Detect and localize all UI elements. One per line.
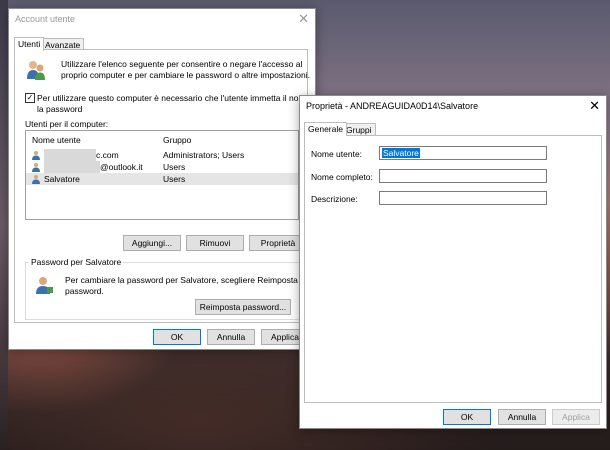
table-row[interactable]: c.com Administrators; Users bbox=[26, 149, 298, 161]
fullname-label: Nome completo: bbox=[311, 172, 373, 182]
group-cell: Administrators; Users bbox=[163, 150, 245, 160]
window-title: Account utente bbox=[15, 14, 76, 24]
password-text-line2: password. bbox=[65, 286, 104, 296]
cancel-button[interactable]: Annulla bbox=[498, 409, 546, 425]
username-cell: c.com bbox=[96, 150, 119, 160]
users-icon bbox=[27, 61, 45, 80]
users-list-label: Utenti per il computer: bbox=[25, 119, 109, 129]
require-password-label-line1: Per utilizzare questo computer è necessa… bbox=[37, 93, 318, 103]
intro-text-line2: proprio computer e per cambiare le passw… bbox=[61, 70, 310, 80]
password-group-title: Password per Salvatore bbox=[29, 257, 124, 267]
close-icon[interactable]: ✕ bbox=[589, 98, 600, 114]
username-cell: Salvatore bbox=[44, 174, 80, 184]
user-key-icon bbox=[36, 277, 53, 294]
account-utente-window: Account utente ✕ Utenti Avanzate Utilizz… bbox=[8, 8, 317, 350]
password-text-line1: Per cambiare la password per Salvatore, … bbox=[65, 275, 298, 285]
user-icon bbox=[32, 175, 40, 184]
title-bar[interactable]: Proprietà - ANDREAGUIDA0D14\Salvatore ✕ bbox=[300, 96, 606, 118]
username-field[interactable]: Salvatore bbox=[379, 146, 547, 160]
ok-button[interactable]: OK bbox=[153, 329, 201, 345]
utenti-tab-panel: Utilizzare l'elenco seguente per consent… bbox=[14, 49, 317, 323]
group-cell: Users bbox=[163, 162, 186, 172]
add-user-button[interactable]: Aggiungi... bbox=[123, 235, 181, 251]
tab-utenti[interactable]: Utenti bbox=[14, 37, 45, 51]
username-cell: @outlook.it bbox=[100, 162, 143, 172]
user-icon bbox=[32, 163, 40, 172]
column-header-username[interactable]: Nome utente bbox=[32, 135, 81, 145]
require-password-checkbox[interactable]: ✓ bbox=[25, 93, 35, 103]
window-title: Proprietà - ANDREAGUIDA0D14\Salvatore bbox=[306, 101, 479, 111]
redacted-username bbox=[44, 149, 96, 161]
desktop-background bbox=[0, 0, 8, 450]
reset-password-button[interactable]: Reimposta password... bbox=[195, 299, 291, 315]
username-label: Nome utente: bbox=[311, 149, 363, 159]
table-row-selected[interactable]: Salvatore Users bbox=[26, 173, 298, 185]
user-icon bbox=[32, 151, 40, 160]
properties-window: Proprietà - ANDREAGUIDA0D14\Salvatore ✕ … bbox=[299, 95, 607, 429]
username-value: Salvatore bbox=[382, 148, 420, 158]
table-row[interactable]: @outlook.it Users bbox=[26, 161, 298, 173]
generale-tab-panel: Nome utente: Salvatore Nome completo: De… bbox=[304, 135, 602, 403]
ok-button[interactable]: OK bbox=[443, 409, 491, 425]
fullname-field[interactable] bbox=[379, 169, 547, 183]
tab-generale[interactable]: Generale bbox=[304, 122, 347, 136]
group-cell: Users bbox=[163, 174, 186, 184]
remove-user-button[interactable]: Rimuovi bbox=[186, 235, 244, 251]
redacted-username bbox=[44, 161, 100, 173]
description-label: Descrizione: bbox=[311, 194, 358, 204]
title-bar[interactable]: Account utente ✕ bbox=[9, 9, 315, 31]
intro-text-line1: Utilizzare l'elenco seguente per consent… bbox=[61, 59, 303, 69]
column-header-group[interactable]: Gruppo bbox=[163, 135, 191, 145]
close-icon[interactable]: ✕ bbox=[298, 11, 309, 27]
require-password-label-line2: la password bbox=[37, 104, 83, 114]
cancel-button[interactable]: Annulla bbox=[207, 329, 255, 345]
users-list[interactable]: Nome utente Gruppo c.com Administrators;… bbox=[25, 130, 299, 220]
apply-button[interactable]: Applica bbox=[552, 409, 600, 425]
description-field[interactable] bbox=[379, 191, 547, 205]
